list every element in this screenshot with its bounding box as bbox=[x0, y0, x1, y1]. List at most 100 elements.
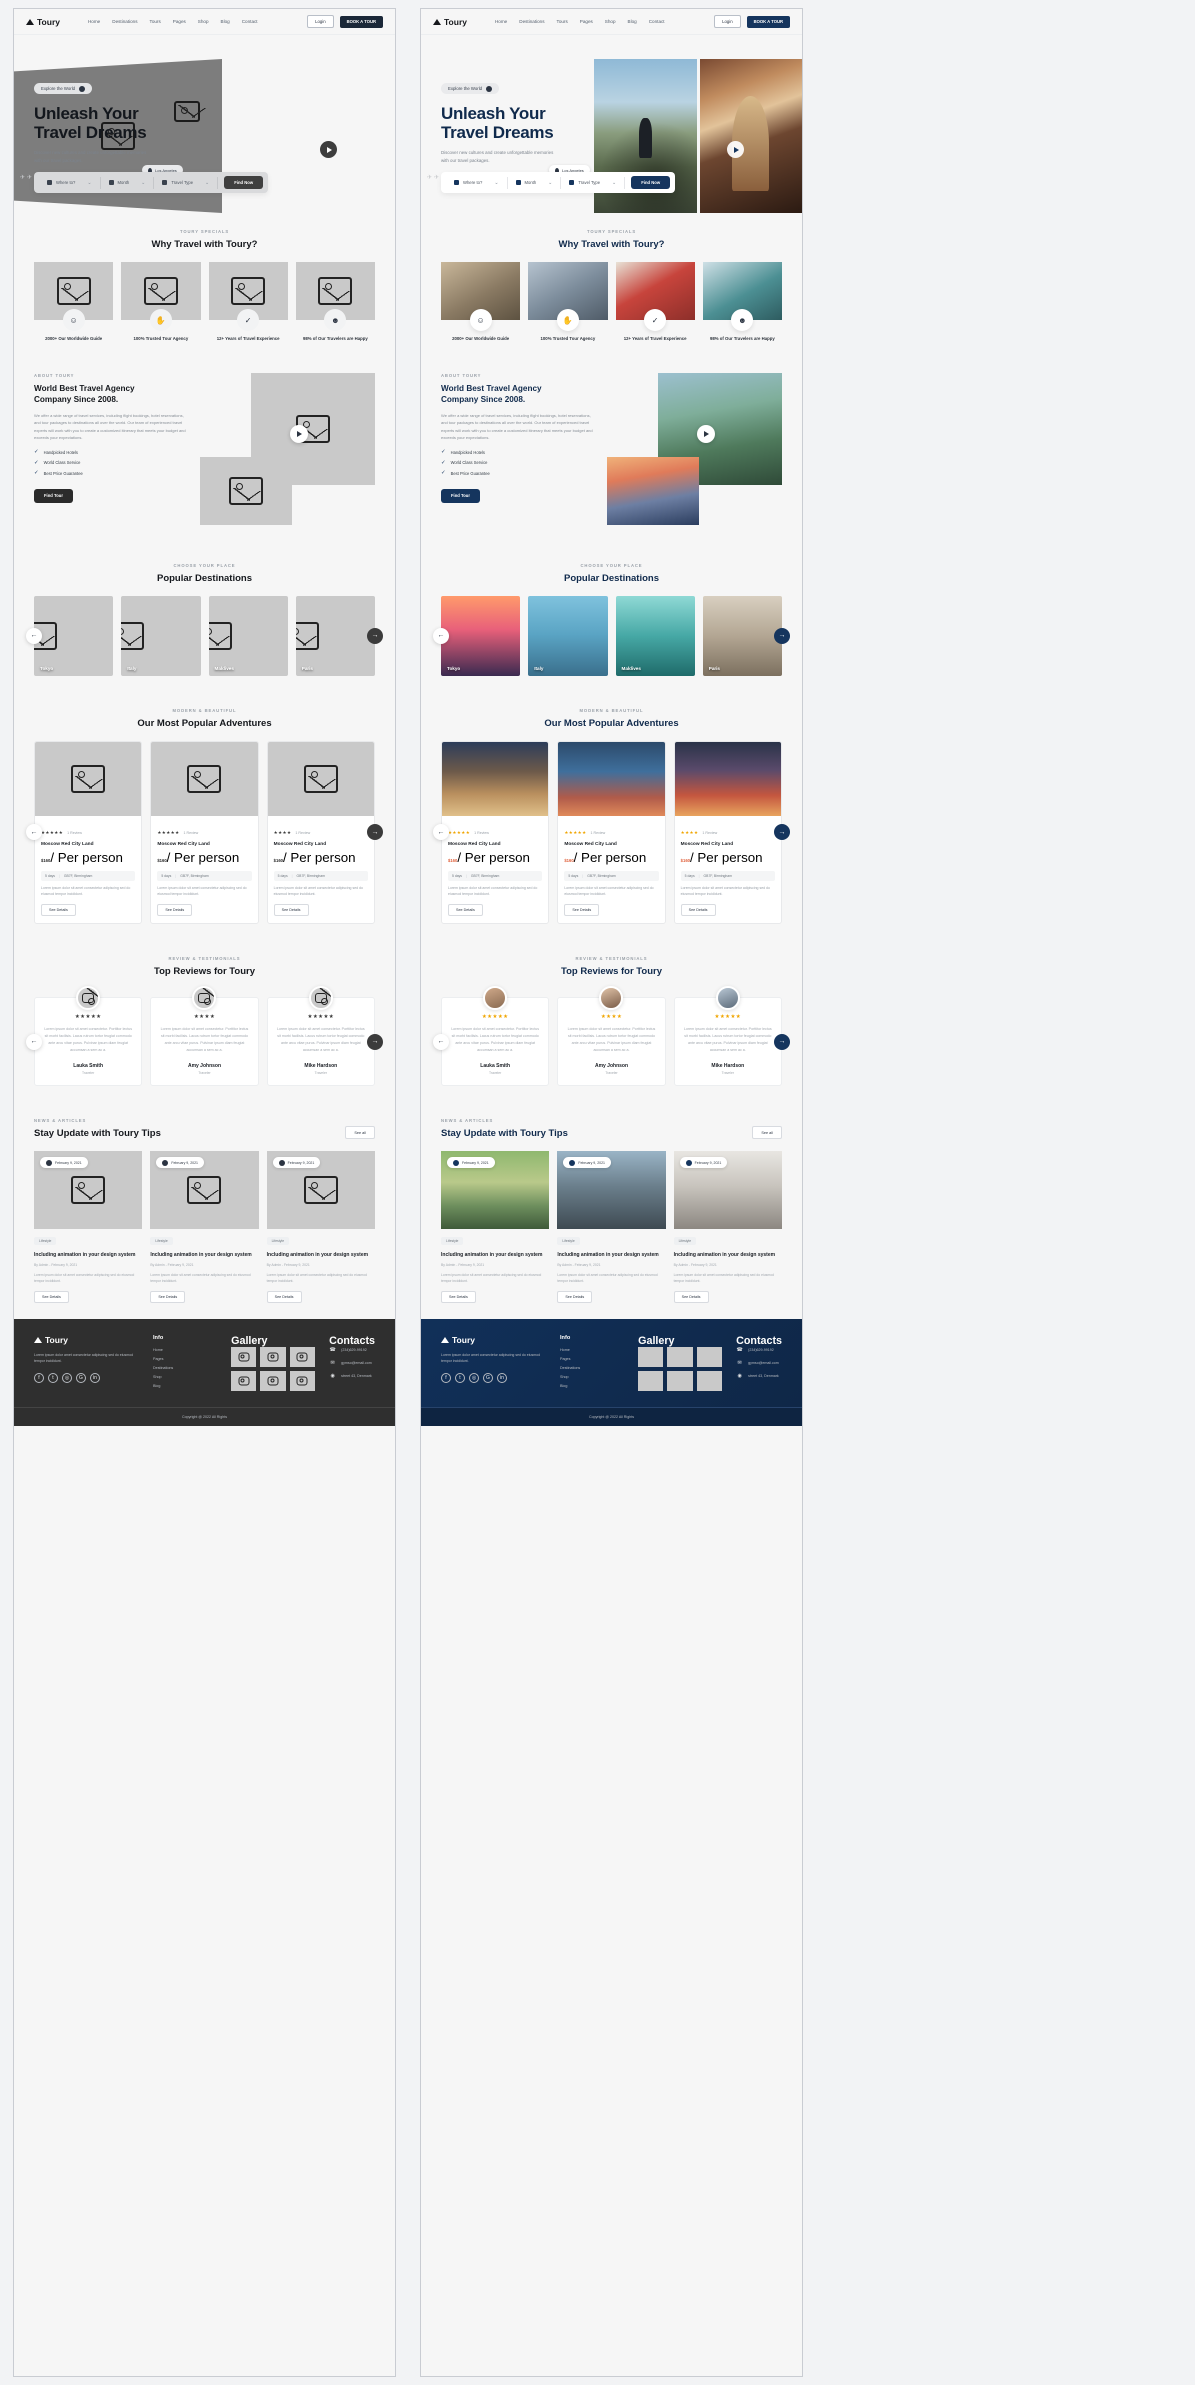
footer-link-pages[interactable]: Pages bbox=[560, 1357, 624, 1361]
login-button[interactable]: Login bbox=[307, 15, 334, 28]
see-details-button[interactable]: See Details bbox=[673, 1290, 709, 1303]
nav-item-blog[interactable]: Blog bbox=[628, 19, 637, 24]
footer-link-shop[interactable]: Shop bbox=[560, 1375, 624, 1379]
see-details-button[interactable]: See Details bbox=[557, 1290, 593, 1303]
see-details-button[interactable]: See Details bbox=[448, 904, 483, 917]
arrow-right-icon[interactable]: → bbox=[774, 627, 790, 644]
destination-card[interactable]: Paris bbox=[295, 595, 375, 676]
footer-link-home[interactable]: Home bbox=[153, 1348, 217, 1352]
see-all-button[interactable]: See all bbox=[345, 1126, 375, 1140]
footer-link-shop[interactable]: Shop bbox=[153, 1375, 217, 1379]
destination-card[interactable]: Italy bbox=[121, 595, 201, 676]
arrow-right-icon[interactable]: → bbox=[367, 824, 383, 841]
gallery-thumb[interactable] bbox=[638, 1346, 664, 1367]
destination-card[interactable]: Italy bbox=[528, 595, 608, 676]
instagram-icon[interactable]: ◎ bbox=[469, 1372, 479, 1383]
contact-phone[interactable]: ☎ (234)629-99192 bbox=[329, 1347, 375, 1354]
find-now-button[interactable]: Find Now bbox=[224, 176, 264, 189]
see-details-button[interactable]: See Details bbox=[157, 904, 193, 917]
find-now-button[interactable]: Find Now bbox=[631, 176, 671, 189]
gallery-thumb[interactable] bbox=[667, 1346, 693, 1367]
nav-item-destinations[interactable]: Destinations bbox=[112, 19, 137, 24]
linkedin-icon[interactable]: in bbox=[497, 1372, 507, 1383]
twitter-icon[interactable]: t bbox=[48, 1372, 58, 1383]
hero-play-button[interactable] bbox=[727, 141, 744, 158]
find-tour-button[interactable]: Find Tour bbox=[34, 488, 73, 503]
arrow-right-icon[interactable]: → bbox=[774, 1033, 790, 1050]
nav-item-tours[interactable]: Tours bbox=[150, 19, 161, 24]
nav-item-shop[interactable]: Shop bbox=[198, 19, 209, 24]
footer-logo[interactable]: Toury bbox=[441, 1335, 546, 1345]
facebook-icon[interactable]: f bbox=[34, 1372, 44, 1383]
see-all-button[interactable]: See all bbox=[752, 1126, 782, 1140]
arrow-left-icon[interactable]: ← bbox=[26, 627, 42, 644]
arrow-right-icon[interactable]: → bbox=[367, 1033, 383, 1050]
nav-item-pages[interactable]: Pages bbox=[580, 19, 593, 24]
arrow-left-icon[interactable]: ← bbox=[433, 824, 449, 841]
see-details-button[interactable]: See Details bbox=[441, 1290, 476, 1303]
see-details-button[interactable]: See Details bbox=[150, 1290, 186, 1303]
nav-item-destinations[interactable]: Destinations bbox=[519, 19, 544, 24]
contact-email[interactable]: ✉ gymso@email.com bbox=[736, 1360, 782, 1367]
arrow-left-icon[interactable]: ← bbox=[26, 824, 42, 841]
arrow-right-icon[interactable]: → bbox=[774, 824, 790, 841]
gallery-thumb[interactable] bbox=[638, 1370, 664, 1391]
gallery-thumb[interactable] bbox=[696, 1370, 723, 1391]
footer-link-destinations[interactable]: Destinations bbox=[560, 1366, 624, 1370]
footer-link-pages[interactable]: Pages bbox=[153, 1357, 217, 1361]
arrow-left-icon[interactable]: ← bbox=[433, 627, 449, 644]
linkedin-icon[interactable]: in bbox=[90, 1372, 100, 1383]
contact-phone[interactable]: ☎ (234)629-99192 bbox=[736, 1347, 782, 1354]
google-plus-icon[interactable]: G bbox=[76, 1372, 86, 1383]
search-where-field[interactable]: Where to? ⌄ bbox=[446, 176, 508, 189]
destination-card[interactable]: Maldives bbox=[208, 595, 288, 676]
search-type-field[interactable]: Travel Type ⌄ bbox=[154, 176, 219, 189]
contact-address[interactable]: ◉ street 43, Denmark bbox=[736, 1373, 782, 1380]
arrow-left-icon[interactable]: ← bbox=[433, 1033, 449, 1050]
brand-logo[interactable]: Toury bbox=[26, 17, 60, 27]
destination-card[interactable]: Maldives bbox=[615, 595, 695, 676]
hero-play-button[interactable] bbox=[320, 141, 337, 158]
footer-link-blog[interactable]: Blog bbox=[153, 1384, 217, 1388]
nav-item-pages[interactable]: Pages bbox=[173, 19, 186, 24]
see-details-button[interactable]: See Details bbox=[34, 1290, 69, 1303]
nav-item-contact[interactable]: Contact bbox=[242, 19, 258, 24]
find-tour-button[interactable]: Find Tour bbox=[441, 488, 480, 503]
nav-item-home[interactable]: Home bbox=[88, 19, 100, 24]
destination-card[interactable]: Tokyo bbox=[34, 595, 114, 676]
search-type-field[interactable]: Travel Type ⌄ bbox=[561, 176, 626, 189]
gallery-thumb[interactable] bbox=[667, 1370, 693, 1391]
login-button[interactable]: Login bbox=[714, 15, 741, 28]
contact-address[interactable]: ◉ street 43, Denmark bbox=[329, 1373, 375, 1380]
contact-email[interactable]: ✉ gymso@email.com bbox=[329, 1360, 375, 1367]
search-month-field[interactable]: Month ⌄ bbox=[101, 176, 155, 189]
see-details-button[interactable]: See Details bbox=[266, 1290, 302, 1303]
footer-link-blog[interactable]: Blog bbox=[560, 1384, 624, 1388]
arrow-left-icon[interactable]: ← bbox=[26, 1033, 42, 1050]
twitter-icon[interactable]: t bbox=[455, 1372, 465, 1383]
about-play-button[interactable] bbox=[697, 424, 715, 443]
footer-link-home[interactable]: Home bbox=[560, 1348, 624, 1352]
book-a-tour-button[interactable]: BOOK A TOUR bbox=[746, 15, 790, 28]
nav-item-tours[interactable]: Tours bbox=[557, 19, 568, 24]
footer-link-destinations[interactable]: Destinations bbox=[153, 1366, 217, 1370]
google-plus-icon[interactable]: G bbox=[483, 1372, 493, 1383]
instagram-icon[interactable]: ◎ bbox=[62, 1372, 72, 1383]
nav-item-contact[interactable]: Contact bbox=[649, 19, 665, 24]
footer-logo[interactable]: Toury bbox=[34, 1335, 139, 1345]
destination-card[interactable]: Tokyo bbox=[441, 595, 521, 676]
see-details-button[interactable]: See Details bbox=[680, 904, 716, 917]
gallery-thumb[interactable] bbox=[289, 1370, 316, 1391]
gallery-thumb[interactable] bbox=[231, 1346, 257, 1367]
about-play-button[interactable] bbox=[290, 424, 308, 443]
see-details-button[interactable]: See Details bbox=[41, 904, 76, 917]
gallery-thumb[interactable] bbox=[260, 1370, 286, 1391]
gallery-thumb[interactable] bbox=[696, 1346, 723, 1367]
facebook-icon[interactable]: f bbox=[441, 1372, 451, 1383]
search-where-field[interactable]: Where to? ⌄ bbox=[39, 176, 101, 189]
gallery-thumb[interactable] bbox=[289, 1346, 316, 1367]
destination-card[interactable]: Paris bbox=[702, 595, 782, 676]
nav-item-home[interactable]: Home bbox=[495, 19, 507, 24]
brand-logo[interactable]: Toury bbox=[433, 17, 467, 27]
nav-item-blog[interactable]: Blog bbox=[221, 19, 230, 24]
